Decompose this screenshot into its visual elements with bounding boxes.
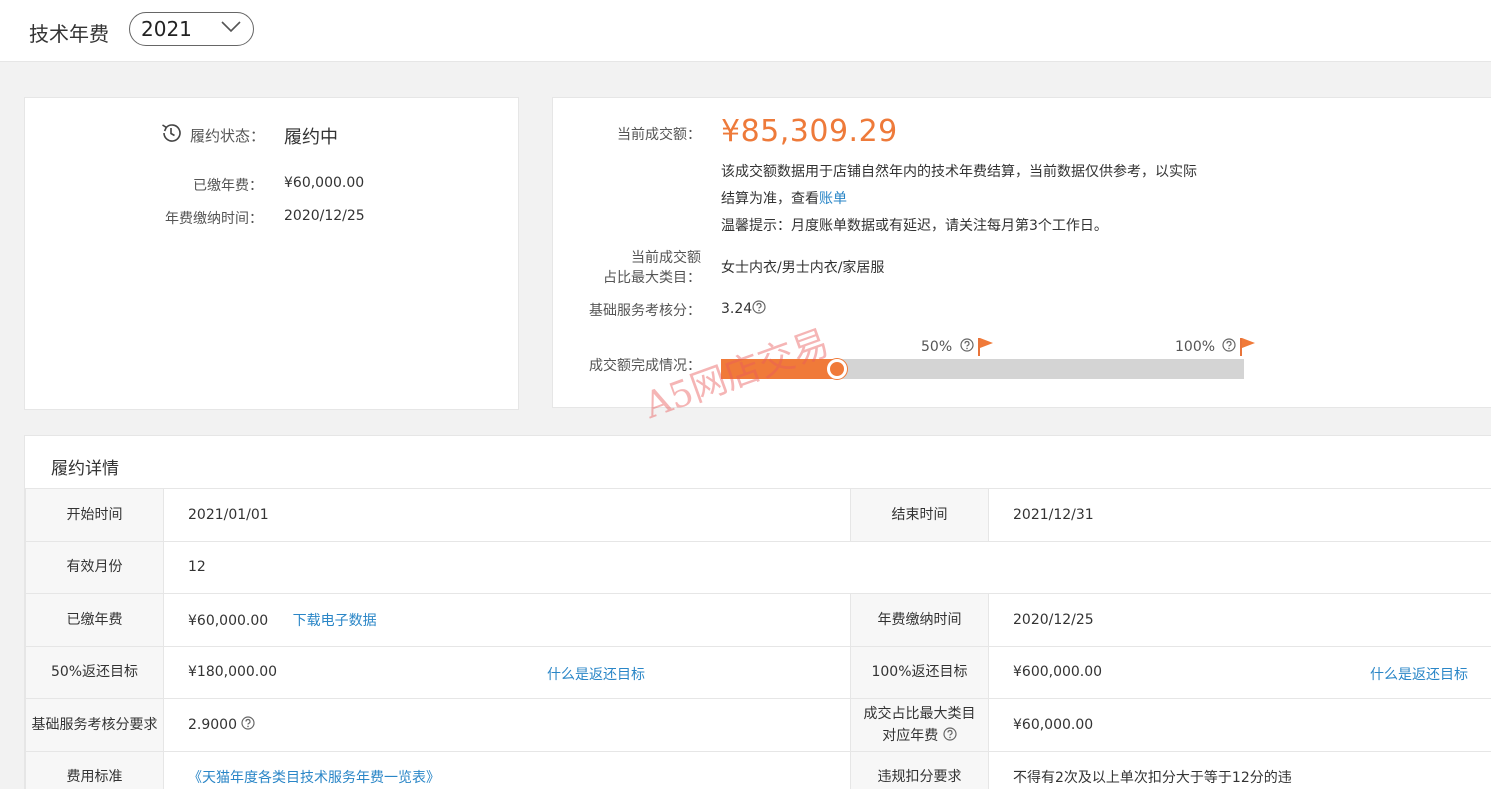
year-select-value: 2021 [141,17,192,41]
help-icon[interactable] [752,300,766,314]
pay-time-row-label: 年费缴纳时间 [850,593,989,647]
status-value: 履约中 [284,127,338,148]
end-time-value: 2021/12/31 [988,488,1491,542]
target-100-cell: ¥600,000.00 什么是返还目标 [988,645,1491,699]
chevron-down-icon [221,21,241,33]
delay-tip: 温馨提示：月度账单数据或有延迟，请关注每月第3个工作日。 [721,218,1108,234]
score-requirement-value: 2.9000 [188,717,237,734]
help-icon[interactable] [241,716,256,730]
paid-fee-row-value: ¥60,000.00 [188,612,269,629]
start-time-value: 2021/01/01 [163,488,851,542]
help-icon[interactable] [943,727,957,741]
violation-value: 不得有2次及以上单次扣分大于等于12分的违 [988,750,1491,789]
score-requirement-cell: 2.9000 [163,698,851,752]
top-category-label-line2: 占比最大类目： [603,270,701,286]
category-fee-label: 成交占比最大类目 对应年费 [850,698,989,752]
target-50-label: 50%返还目标 [25,645,164,699]
target-100-value: ¥600,000.00 [1013,664,1103,681]
progress-label: 成交额完成情况： [589,358,701,374]
start-time-label: 开始时间 [25,488,164,542]
turnover-amount: ¥85,309.29 [721,114,898,149]
table-row: 50%返还目标 ¥180,000.00 什么是返还目标 100%返还目标 ¥60… [25,645,1491,699]
paid-fee-row-cell: ¥60,000.00 下载电子数据 [163,593,851,647]
marker-100: 100% [1175,338,1237,355]
service-score-label: 基础服务考核分： [589,303,701,319]
pay-time-label: 年费缴纳时间： [165,211,263,227]
target-50-cell: ¥180,000.00 什么是返还目标 [163,645,851,699]
table-row: 有效月份 12 [25,540,1491,594]
bill-link[interactable]: 账单 [819,191,847,207]
turnover-card: 当前成交额： ¥85,309.29 该成交额数据用于店铺自然年内的技术年费结算，… [552,97,1491,408]
top-bar: 技术年费 2021 [0,0,1491,62]
pay-time-row-value: 2020/12/25 [988,593,1491,647]
help-icon[interactable] [959,338,974,352]
score-requirement-label: 基础服务考核分要求 [25,698,164,752]
valid-months-label: 有效月份 [25,540,164,594]
table-row: 开始时间 2021/01/01 结束时间 2021/12/31 [25,488,1491,542]
table-row: 已缴年费 ¥60,000.00 下载电子数据 年费缴纳时间 2020/12/25 [25,593,1491,647]
history-clock-icon [162,124,181,142]
turnover-description-line2: 结算为准，查看账单 [721,188,847,208]
help-icon[interactable] [1222,338,1237,352]
status-label: 履约状态： [190,127,266,145]
download-data-link[interactable]: 下载电子数据 [293,613,377,629]
valid-months-value: 12 [163,540,1491,594]
progress-fill [721,359,842,379]
progress-knob [827,359,848,379]
contract-status-card: 履约状态： 履约中 已缴年费： ¥60,000.00 年费缴纳时间： 2020/… [24,97,519,410]
pay-time-value: 2020/12/25 [284,208,365,224]
year-select[interactable]: 2021 [129,12,254,46]
service-score: 3.24 [721,300,766,317]
top-category-value: 女士内衣/男士内衣/家居服 [721,260,885,276]
fee-standard-label: 费用标准 [25,750,164,789]
turnover-description: 该成交额数据用于店铺自然年内的技术年费结算，当前数据仅供参考，以实际 [721,164,1197,180]
table-row: 费用标准 《天猫年度各类目技术服务年费一览表》 违规扣分要求 不得有2次及以上单… [25,750,1491,789]
category-fee-label-line1: 成交占比最大类目 [863,705,976,722]
paid-fee-row-label: 已缴年费 [25,593,164,647]
service-score-value: 3.24 [721,301,753,317]
fee-standard-cell: 《天猫年度各类目技术服务年费一览表》 [163,750,851,789]
target-50-value: ¥180,000.00 [188,664,278,681]
contract-details: 履约详情 开始时间 2021/01/01 结束时间 2021/12/31 有效月… [24,435,1491,789]
marker-50-label: 50% [921,339,953,355]
flag-50-icon [978,338,993,356]
paid-fee-value: ¥60,000.00 [284,175,365,191]
marker-100-label: 100% [1175,339,1216,355]
turnover-label: 当前成交额： [617,127,701,143]
table-row: 基础服务考核分要求 2.9000 成交占比最大类目 对应年费 ¥60,000.0… [25,698,1491,752]
what-is-target-link-2[interactable]: 什么是返还目标 [1370,664,1468,684]
marker-50: 50% [921,338,974,355]
violation-label: 违规扣分要求 [850,750,989,789]
flag-100-icon [1240,338,1255,356]
fee-standard-link[interactable]: 《天猫年度各类目技术服务年费一览表》 [188,770,440,786]
paid-fee-label: 已缴年费： [193,178,263,194]
progress-track [721,359,1244,379]
category-fee-value: ¥60,000.00 [988,698,1491,752]
target-100-label: 100%返还目标 [850,645,989,699]
what-is-target-link[interactable]: 什么是返还目标 [547,664,645,684]
description-prefix: 结算为准，查看 [721,191,819,207]
details-title: 履约详情 [51,459,119,479]
page-title: 技术年费 [29,22,109,46]
end-time-label: 结束时间 [850,488,989,542]
category-fee-label-line2: 对应年费 [882,727,939,744]
details-table: 开始时间 2021/01/01 结束时间 2021/12/31 有效月份 12 … [25,488,1491,789]
top-category-label-line1: 当前成交额 [631,250,701,266]
